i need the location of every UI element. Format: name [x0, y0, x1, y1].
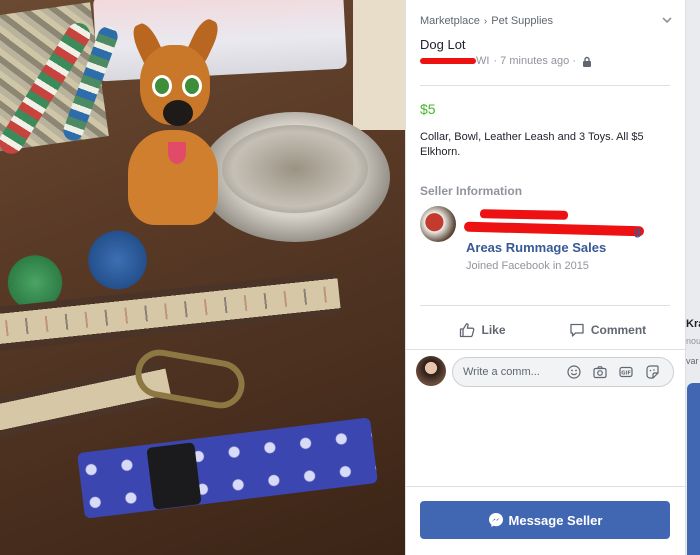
comment-icon — [570, 323, 584, 337]
edge-text: Kra — [686, 318, 700, 330]
comment-composer: GIF — [416, 356, 678, 388]
divider — [406, 349, 686, 350]
listing-description: Collar, Bowl, Leather Leash and 3 Toys. … — [420, 131, 644, 158]
edge-blue-panel — [687, 383, 700, 555]
listing-title: Dog Lot — [420, 37, 466, 52]
seller-avatar[interactable] — [420, 206, 456, 242]
seller-name-link[interactable]: Areas Rummage Sales — [466, 240, 606, 255]
breadcrumb-separator: › — [483, 15, 488, 27]
photo-bowl-inner — [222, 125, 368, 213]
photo-collar-buckle — [146, 442, 202, 510]
smiley-icon[interactable] — [567, 365, 581, 379]
listing-price: $5 — [420, 101, 436, 117]
location-tail: WI — [476, 55, 490, 67]
comment-button[interactable]: Comment — [545, 318, 670, 342]
listing-meta: WI · 7 minutes ago · — [420, 55, 592, 67]
divider — [406, 486, 686, 487]
gif-icon[interactable]: GIF — [619, 365, 633, 379]
photo-wall — [353, 0, 405, 130]
breadcrumb-category[interactable]: Pet Supplies — [491, 15, 553, 27]
user-avatar[interactable] — [416, 356, 446, 386]
camera-icon[interactable] — [593, 365, 607, 379]
location-redaction — [420, 58, 476, 64]
photo-towels — [92, 0, 348, 82]
comment-box[interactable]: GIF — [452, 357, 674, 387]
action-bar: Like Comment — [420, 318, 670, 342]
divider — [420, 85, 670, 86]
lock-icon — [583, 56, 591, 67]
svg-text:GIF: GIF — [621, 371, 631, 377]
like-button[interactable]: Like — [420, 318, 545, 342]
photo-dog-toy-tongue — [168, 142, 186, 164]
page-edge-content: Kra nou var — [685, 0, 700, 555]
listing-time: · 7 minutes ago · — [493, 55, 576, 67]
divider — [420, 305, 670, 306]
photo-rope-knot-blue — [80, 230, 155, 290]
edge-text: var — [686, 356, 699, 366]
seller-name-tail[interactable]: g — [634, 224, 641, 238]
seller-name-redaction — [463, 221, 645, 237]
breadcrumb: Marketplace › Pet Supplies — [420, 15, 553, 27]
seller-joined-date: Joined Facebook in 2015 — [466, 260, 589, 272]
photo-collar — [77, 417, 378, 519]
message-seller-label: Message Seller — [508, 512, 603, 528]
photo-dog-toy-nose — [163, 100, 193, 126]
edge-text: nou — [686, 336, 700, 346]
breadcrumb-marketplace[interactable]: Marketplace — [420, 15, 480, 27]
photo-dog-toy-eye — [152, 75, 172, 97]
photo-dog-toy-eye — [182, 75, 202, 97]
chevron-down-icon[interactable] — [661, 14, 673, 26]
comment-input[interactable] — [463, 358, 563, 386]
seller-name-redaction — [479, 209, 569, 220]
messenger-icon — [488, 513, 503, 527]
comment-label: Comment — [590, 323, 647, 337]
seller-info-heading: Seller Information — [420, 184, 523, 198]
message-seller-button[interactable]: Message Seller — [420, 501, 670, 539]
sticker-icon[interactable] — [645, 365, 659, 379]
listing-details-panel: Marketplace › Pet Supplies Dog Lot WI · … — [405, 0, 686, 555]
thumbs-up-icon — [460, 323, 475, 338]
like-label: Like — [481, 323, 506, 337]
listing-photo[interactable] — [0, 0, 405, 555]
